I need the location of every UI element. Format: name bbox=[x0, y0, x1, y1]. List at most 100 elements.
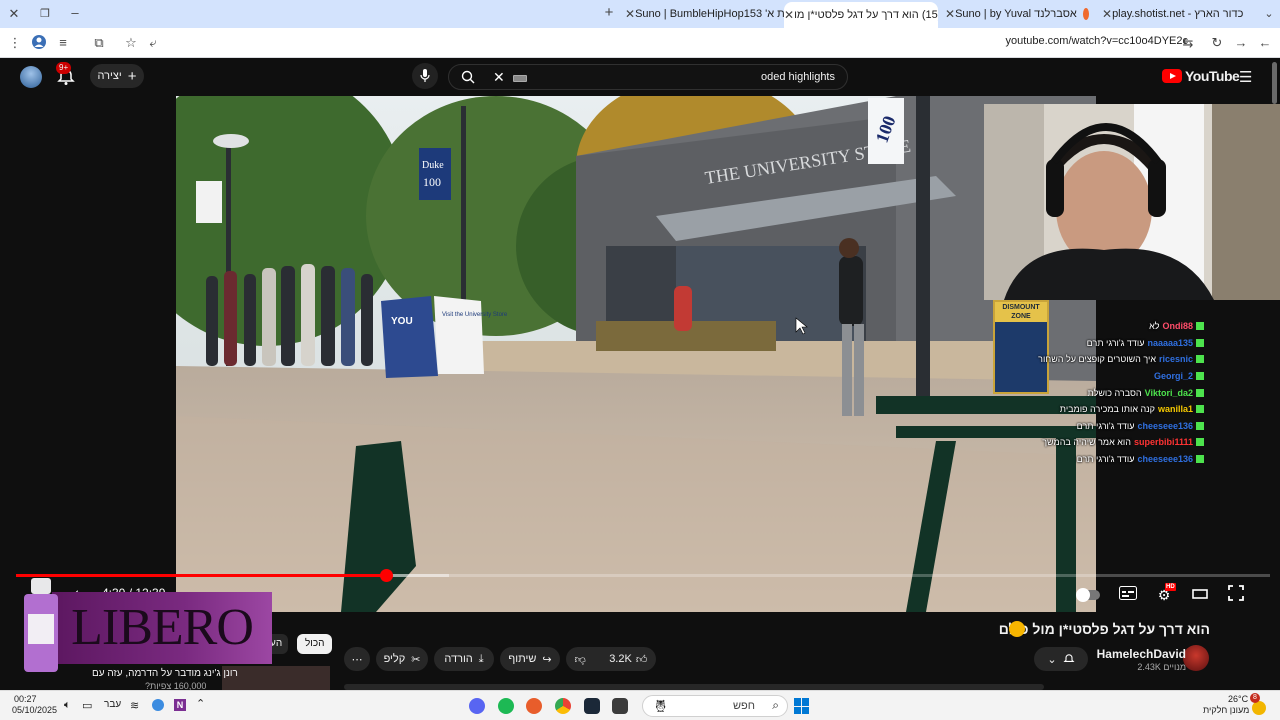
bookmark-star-icon[interactable]: ☆ bbox=[122, 34, 140, 52]
chat-message: cheeseee136 עודד ג'ורגי תרם bbox=[994, 418, 1204, 435]
like-button[interactable]: 3.2K 👍︎ bbox=[609, 653, 647, 666]
tab-youtube-active[interactable]: ✕ (15) הוא דרך על דגל פלסטי*ן מו bbox=[784, 2, 938, 28]
onenote-icon[interactable]: N bbox=[174, 699, 186, 711]
settings-gear-icon[interactable]: ⚙ HD bbox=[1153, 583, 1176, 605]
autoplay-toggle[interactable] bbox=[1076, 585, 1100, 605]
like-thumb-icon: 👍︎ bbox=[635, 653, 648, 666]
subscribed-button[interactable]: ⌄ bbox=[1034, 647, 1088, 671]
sidewalk-sign-right-text: Visit the University Store bbox=[442, 312, 508, 318]
sidewalk-sign-left-text: YOU bbox=[391, 316, 413, 327]
tab-suno-yuval[interactable]: ✕ אסברלנד Suno | by Yuval bbox=[945, 3, 1095, 25]
clear-search-icon[interactable]: ✕ bbox=[493, 69, 505, 86]
download-button[interactable]: הורדה ⤓ bbox=[434, 647, 494, 671]
fullscreen-icon[interactable] bbox=[1225, 585, 1247, 605]
file-explorer-icon[interactable] bbox=[612, 698, 628, 714]
search-box[interactable]: ✕ oded highlights bbox=[448, 64, 848, 90]
close-tab-icon[interactable]: ✕ bbox=[945, 7, 955, 21]
recommended-title[interactable]: רונן ג'ינג מודבר על הדרמה, עזה עם bbox=[92, 668, 238, 679]
chat-badge-icon bbox=[1196, 338, 1204, 347]
like-dislike-group: 👎︎ 3.2K 👍︎ bbox=[566, 647, 656, 671]
address-bar[interactable]: youtube.com/watch?v=cc10o4DYE2c bbox=[1005, 35, 1188, 47]
back-icon[interactable]: → bbox=[1232, 34, 1250, 52]
reading-list-icon[interactable]: ≡ bbox=[54, 34, 72, 52]
video-progress-bar[interactable] bbox=[16, 574, 1270, 577]
theater-mode-icon[interactable] bbox=[1189, 585, 1211, 605]
subtitles-icon[interactable] bbox=[1117, 585, 1139, 605]
close-window-icon[interactable]: ✕ bbox=[5, 5, 23, 23]
onedrive-icon[interactable] bbox=[152, 699, 164, 711]
forward-icon[interactable]: ← bbox=[1256, 34, 1274, 52]
chevron-down-icon: ⌄ bbox=[1047, 653, 1057, 666]
recommended-thumbnail[interactable] bbox=[222, 666, 330, 690]
hamburger-menu-icon[interactable]: ☰ bbox=[1239, 68, 1252, 86]
perfume-bottle-image bbox=[18, 578, 64, 674]
site-settings-icon[interactable]: ⇆ bbox=[1179, 34, 1197, 52]
tray-expand-icon[interactable]: ⌃ bbox=[196, 697, 205, 710]
tab-title: (15) הוא דרך על דגל פלסטי*ן מו bbox=[794, 9, 938, 21]
steam-icon[interactable] bbox=[584, 698, 600, 714]
page-scrollbar-thumb[interactable] bbox=[1272, 62, 1277, 104]
install-app-icon[interactable]: ⤶ bbox=[144, 34, 162, 52]
search-icon[interactable] bbox=[461, 70, 475, 89]
chat-username: Ondi88 bbox=[1162, 321, 1193, 332]
profile-icon[interactable] bbox=[30, 34, 48, 52]
account-avatar[interactable] bbox=[20, 66, 42, 88]
chat-username: naaaaa135 bbox=[1147, 337, 1193, 348]
channel-name[interactable]: HamelechDavid bbox=[1097, 647, 1186, 661]
search-input[interactable]: oded highlights bbox=[761, 71, 835, 83]
channel-avatar[interactable] bbox=[1183, 645, 1209, 671]
weather-temperature[interactable]: 26°C bbox=[1228, 694, 1248, 704]
tab-shotist[interactable]: ✕ כדור הארץ - play.shotist.net bbox=[1102, 3, 1252, 25]
menu-dots-icon[interactable]: ⋮ bbox=[6, 34, 24, 52]
youtube-logo[interactable]: YouTube bbox=[1162, 68, 1240, 84]
progress-scrubber-handle[interactable] bbox=[379, 569, 393, 582]
webcam-frame bbox=[984, 104, 1280, 300]
video-player[interactable]: THE UNIVERSITY STORE 100 Duke 100 YOU Vi… bbox=[176, 96, 1096, 612]
tab-title: אסברלנד Suno | by Yuval bbox=[955, 8, 1077, 20]
chat-message: wanilla1 קנה אותו במכירה פומבית bbox=[994, 401, 1204, 418]
dislike-icon[interactable]: 👎︎ bbox=[575, 653, 586, 666]
weather-description[interactable]: מעונן חלקית bbox=[1203, 705, 1249, 715]
tab-suno-bumble[interactable]: ✕ בית א' Suno | BumbleHipHop153 bbox=[625, 3, 785, 25]
taskbar-search-placeholder: חפש bbox=[733, 700, 755, 712]
tab-search-icon[interactable]: ⌄ bbox=[1260, 5, 1278, 23]
restore-window-icon[interactable]: ❐ bbox=[36, 5, 54, 23]
taskbar-time[interactable]: 00:27 bbox=[14, 694, 37, 704]
app-icon-orange[interactable] bbox=[526, 698, 542, 714]
notification-badge[interactable]: 8 bbox=[1250, 693, 1260, 703]
keyboard-icon[interactable] bbox=[513, 75, 527, 82]
browser-tab-bar: ✕ ❐ – + ✕ בית א' Suno | BumbleHipHop153 … bbox=[0, 0, 1280, 28]
minimize-window-icon[interactable]: – bbox=[66, 4, 84, 22]
close-tab-icon[interactable]: ✕ bbox=[784, 8, 794, 22]
weather-sun-icon[interactable] bbox=[1252, 701, 1266, 715]
close-tab-icon[interactable]: ✕ bbox=[625, 7, 635, 21]
discord-icon[interactable] bbox=[469, 698, 485, 714]
chip-all[interactable]: הכול bbox=[297, 634, 333, 654]
extensions-icon[interactable]: ⧉ bbox=[90, 34, 108, 52]
video-frame-scene: THE UNIVERSITY STORE 100 Duke 100 YOU Vi… bbox=[176, 96, 1096, 612]
spotify-icon[interactable] bbox=[498, 698, 514, 714]
taskbar-date[interactable]: 05/10/2025 bbox=[12, 705, 57, 715]
chat-badge-icon bbox=[1196, 405, 1204, 414]
taskbar-search[interactable]: 🦉︎ חפש ⌕ bbox=[642, 695, 788, 717]
speaker-icon[interactable]: 🔈︎ bbox=[64, 699, 71, 712]
share-button[interactable]: שיתוף ↪ bbox=[500, 647, 560, 671]
youtube-logo-text: YouTube bbox=[1185, 68, 1240, 84]
battery-icon[interactable]: ▭ bbox=[82, 699, 92, 712]
more-actions-button[interactable]: ⋯ bbox=[344, 647, 370, 671]
like-count: 3.2K bbox=[609, 653, 632, 665]
clip-button[interactable]: קליפ ✂ bbox=[376, 647, 428, 671]
create-button[interactable]: יצירה + bbox=[90, 64, 144, 88]
notifications-bell-icon[interactable]: 9+ bbox=[56, 62, 76, 87]
wifi-icon[interactable]: ≋ bbox=[130, 699, 139, 712]
windows-start-icon[interactable] bbox=[794, 698, 810, 714]
tab-title: בית א' Suno | BumbleHipHop153 bbox=[635, 8, 785, 20]
close-tab-icon[interactable]: ✕ bbox=[1102, 7, 1112, 21]
reload-icon[interactable]: ↻ bbox=[1208, 34, 1226, 52]
duke-banner-num: 100 bbox=[423, 175, 441, 189]
new-tab-icon[interactable]: + bbox=[600, 4, 618, 22]
chrome-icon[interactable] bbox=[555, 698, 571, 714]
language-indicator[interactable]: עבר bbox=[104, 699, 121, 710]
chat-message: cheeseee136 עודד ג'ורגי תרם bbox=[994, 451, 1204, 468]
voice-search-icon[interactable] bbox=[412, 63, 438, 89]
